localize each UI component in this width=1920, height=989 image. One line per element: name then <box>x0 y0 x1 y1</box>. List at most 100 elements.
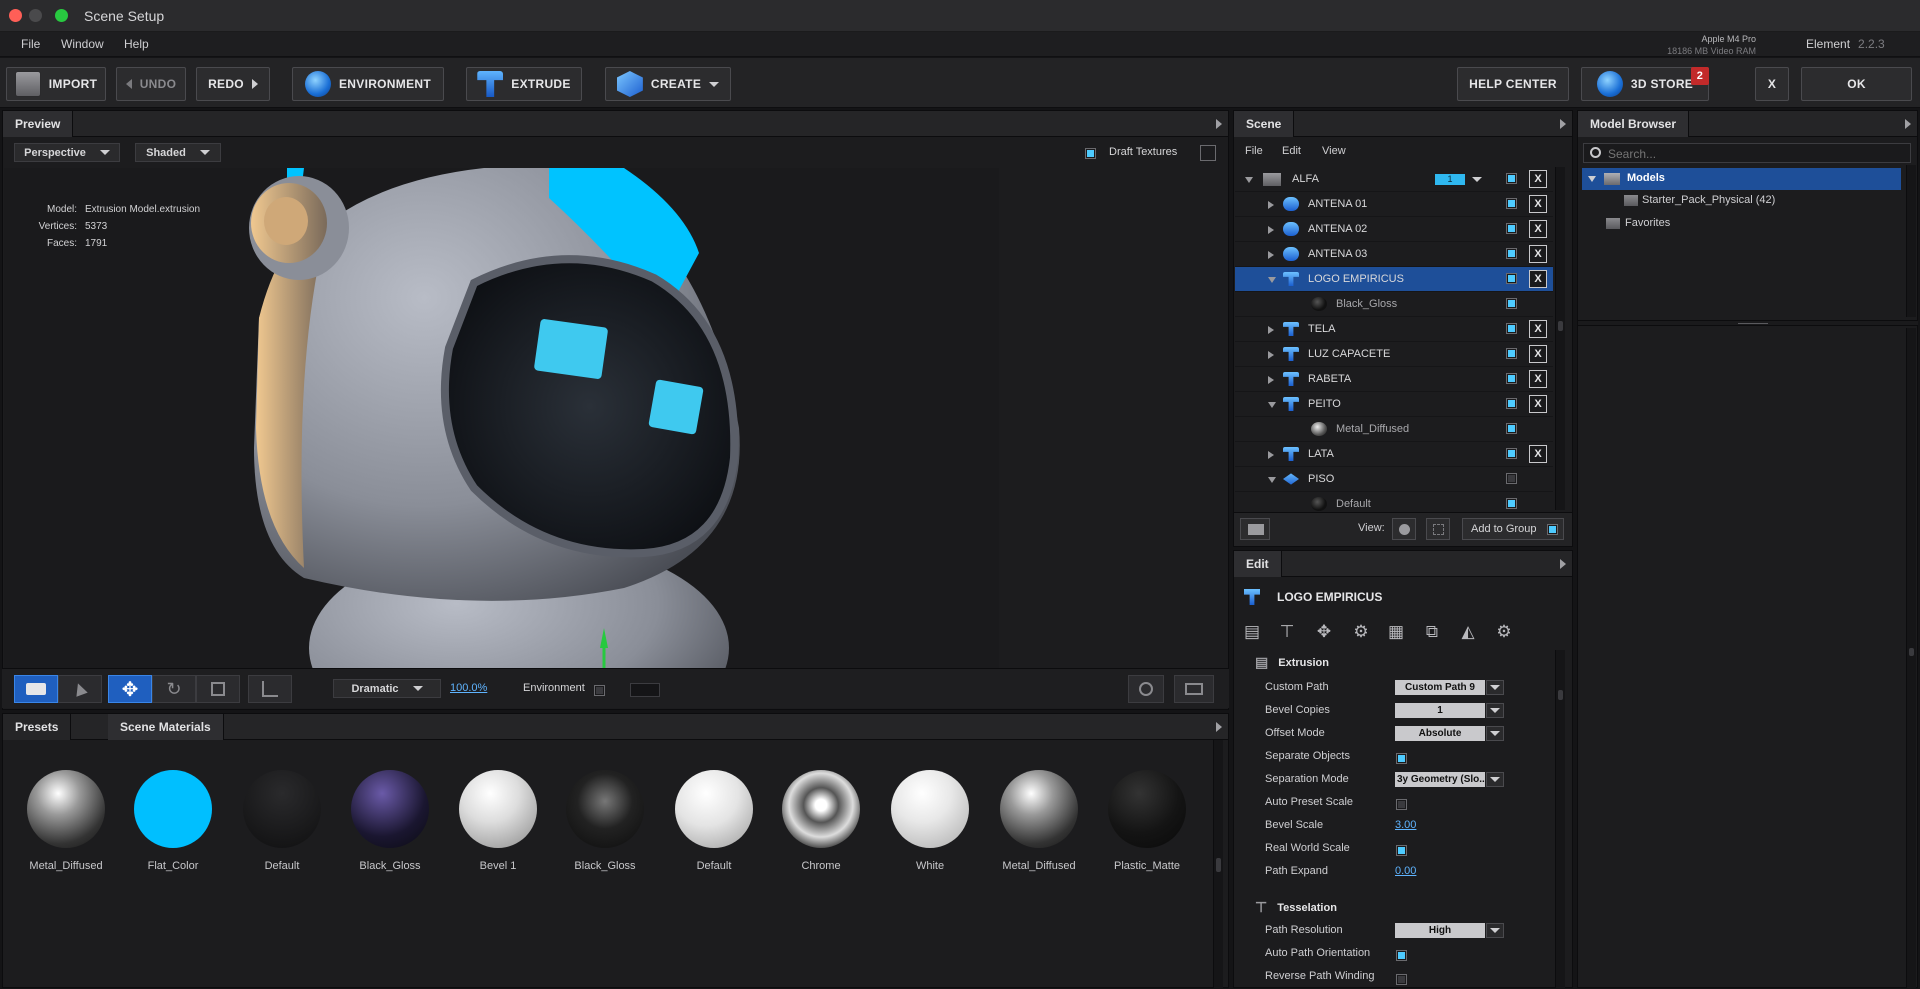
material-item[interactable]: White <box>885 770 975 872</box>
lighting-dropdown[interactable]: Dramatic <box>333 679 441 698</box>
visibility-checkbox[interactable] <box>1507 199 1516 208</box>
path-resolution-dropdown[interactable] <box>1486 923 1504 938</box>
extrusion-section-header[interactable]: ▤ Extrusion <box>1255 654 1329 671</box>
offset-mode-value[interactable]: Absolute <box>1395 726 1485 741</box>
scene-object-row[interactable]: LUZ CAPACETE X <box>1235 342 1553 367</box>
custom-path-dropdown[interactable] <box>1486 680 1504 695</box>
expand-arrow-icon[interactable] <box>1268 226 1274 234</box>
delete-button[interactable]: X <box>1529 370 1547 388</box>
delete-button[interactable]: X <box>1529 395 1547 413</box>
menu-file[interactable]: File <box>21 37 40 51</box>
rotate-tool[interactable]: ↻ <box>152 675 196 703</box>
undo-button[interactable]: UNDO <box>116 67 186 101</box>
move-tool[interactable]: ✥ <box>108 675 152 703</box>
path-resolution-value[interactable]: High <box>1395 923 1485 938</box>
close-window-button[interactable] <box>9 9 22 22</box>
zoom-value[interactable]: 100.0% <box>450 682 487 694</box>
visibility-checkbox[interactable] <box>1507 349 1516 358</box>
delete-button[interactable]: X <box>1529 320 1547 338</box>
model-search-box[interactable] <box>1583 143 1911 163</box>
edit-scrollbar[interactable] <box>1555 650 1565 988</box>
collapse-arrow-icon[interactable] <box>1560 559 1566 569</box>
cancel-button[interactable]: X <box>1755 67 1789 101</box>
zoom-window-button[interactable] <box>55 9 68 22</box>
import-button[interactable]: IMPORT <box>6 67 106 101</box>
scene-group-row[interactable]: ALFA 1 X <box>1235 167 1553 192</box>
delete-button[interactable]: X <box>1529 245 1547 263</box>
shading-dropdown[interactable]: Shaded <box>135 143 221 162</box>
tree-item-starter-pack[interactable]: Starter_Pack_Physical (42) <box>1618 192 1868 210</box>
scroll-thumb[interactable] <box>1558 321 1563 331</box>
visibility-checkbox[interactable] <box>1507 399 1516 408</box>
browser-splitter[interactable] <box>1578 320 1918 326</box>
expand-arrow-icon[interactable] <box>1268 451 1274 459</box>
scene-object-row[interactable]: RABETA X <box>1235 367 1553 392</box>
material-item[interactable]: Black_Gloss <box>560 770 650 872</box>
visibility-checkbox[interactable] <box>1507 374 1516 383</box>
menu-window[interactable]: Window <box>61 37 104 51</box>
tab-scene-materials[interactable]: Scene Materials <box>108 714 224 740</box>
transform-tab-icon[interactable]: ✥ <box>1312 620 1336 644</box>
material-item[interactable]: Flat_Color <box>128 770 218 872</box>
environment-checkbox[interactable] <box>595 686 604 695</box>
bevel-tab-icon[interactable]: ⊤ <box>1275 620 1299 644</box>
camera-tool[interactable] <box>14 675 58 703</box>
scene-object-row[interactable]: ANTENA 02 X <box>1235 217 1553 242</box>
model-search-input[interactable] <box>1608 146 1903 161</box>
visibility-checkbox[interactable] <box>1507 474 1516 483</box>
scene-object-row[interactable]: TELA X <box>1235 317 1553 342</box>
material-item[interactable]: Plastic_Matte <box>1102 770 1192 872</box>
scene-material-row[interactable]: Black_Gloss <box>1235 292 1553 317</box>
material-item[interactable]: Bevel 1 <box>453 770 543 872</box>
environment-button[interactable]: ENVIRONMENT <box>292 67 444 101</box>
delete-button[interactable]: X <box>1529 220 1547 238</box>
collapse-arrow-icon[interactable] <box>1560 119 1566 129</box>
delete-button[interactable]: X <box>1529 195 1547 213</box>
expand-arrow-icon[interactable] <box>1268 201 1274 209</box>
scene-material-row[interactable]: Metal_Diffused <box>1235 417 1553 442</box>
new-group-button[interactable] <box>1240 518 1270 540</box>
scale-tool[interactable] <box>196 675 240 703</box>
tab-scene[interactable]: Scene <box>1234 111 1295 137</box>
browser-lower-scrollbar[interactable] <box>1906 328 1916 988</box>
visibility-checkbox[interactable] <box>1507 299 1516 308</box>
delete-button[interactable]: X <box>1529 345 1547 363</box>
add-to-group-button[interactable]: Add to Group <box>1462 518 1564 540</box>
visibility-checkbox[interactable] <box>1507 174 1516 183</box>
material-item[interactable]: Metal_Diffused <box>21 770 111 872</box>
expand-arrow-icon[interactable] <box>1268 477 1276 483</box>
scene-menu-file[interactable]: File <box>1245 145 1263 157</box>
bevel-scale-value[interactable]: 3.00 <box>1395 819 1416 831</box>
tree-item-favorites[interactable]: Favorites <box>1600 215 1850 233</box>
view-grid-button[interactable] <box>1426 518 1450 540</box>
view-shaded-button[interactable] <box>1392 518 1416 540</box>
display-tool[interactable] <box>1174 675 1214 703</box>
help-center-button[interactable]: HELP CENTER <box>1457 67 1569 101</box>
tab-presets[interactable]: Presets <box>3 714 72 740</box>
material-item[interactable]: Black_Gloss <box>345 770 435 872</box>
scene-menu-edit[interactable]: Edit <box>1282 145 1301 157</box>
scene-object-row[interactable]: ANTENA 01 X <box>1235 192 1553 217</box>
settings-gear-icon[interactable]: ⚙ <box>1492 620 1516 644</box>
path-expand-value[interactable]: 0.00 <box>1395 865 1416 877</box>
camera-dropdown[interactable]: Perspective <box>14 143 120 162</box>
custom-path-value[interactable]: Custom Path 9 <box>1395 680 1485 695</box>
fullscreen-icon[interactable] <box>1200 145 1216 161</box>
tesselation-section-header[interactable]: ⊤ Tesselation <box>1255 899 1337 916</box>
offset-mode-dropdown[interactable] <box>1486 726 1504 741</box>
expand-arrow-icon[interactable] <box>1268 251 1274 259</box>
expand-arrow-icon[interactable] <box>1268 402 1276 408</box>
scene-object-row[interactable]: LOGO EMPIRICUS X <box>1235 267 1553 292</box>
material-item[interactable]: Default <box>669 770 759 872</box>
redo-button[interactable]: REDO <box>196 67 270 101</box>
scene-object-row[interactable]: ANTENA 03 X <box>1235 242 1553 267</box>
visibility-checkbox[interactable] <box>1507 424 1516 433</box>
separation-mode-value[interactable]: 3y Geometry (Slo... <box>1395 772 1485 787</box>
separation-mode-dropdown[interactable] <box>1486 772 1504 787</box>
visibility-checkbox[interactable] <box>1507 449 1516 458</box>
auto-path-orientation-checkbox[interactable] <box>1397 951 1406 960</box>
scene-menu-view[interactable]: View <box>1322 145 1346 157</box>
scroll-thumb[interactable] <box>1909 648 1914 656</box>
target-tool[interactable] <box>1128 675 1164 703</box>
visibility-checkbox[interactable] <box>1507 324 1516 333</box>
